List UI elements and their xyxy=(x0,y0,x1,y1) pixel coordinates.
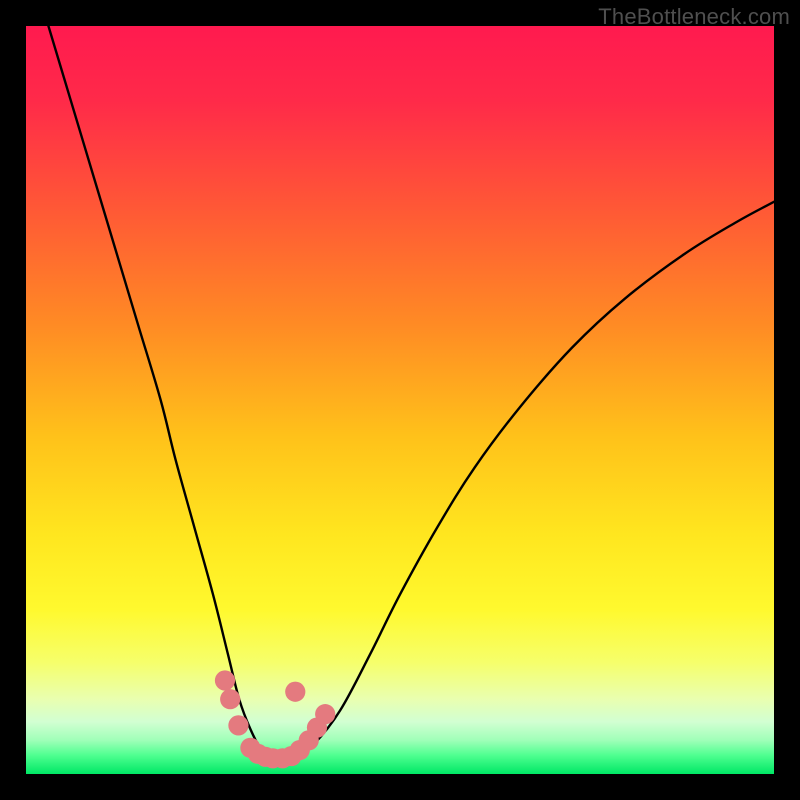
curve-marker xyxy=(215,670,235,690)
plot-area xyxy=(26,26,774,774)
watermark-text: TheBottleneck.com xyxy=(598,4,790,30)
curve-markers xyxy=(215,670,335,768)
curve-marker xyxy=(220,689,240,709)
bottleneck-curve xyxy=(48,26,774,759)
curve-marker xyxy=(285,682,305,702)
chart-svg xyxy=(26,26,774,774)
outer-frame: TheBottleneck.com xyxy=(0,0,800,800)
curve-marker xyxy=(228,715,248,735)
curve-marker xyxy=(315,704,335,724)
